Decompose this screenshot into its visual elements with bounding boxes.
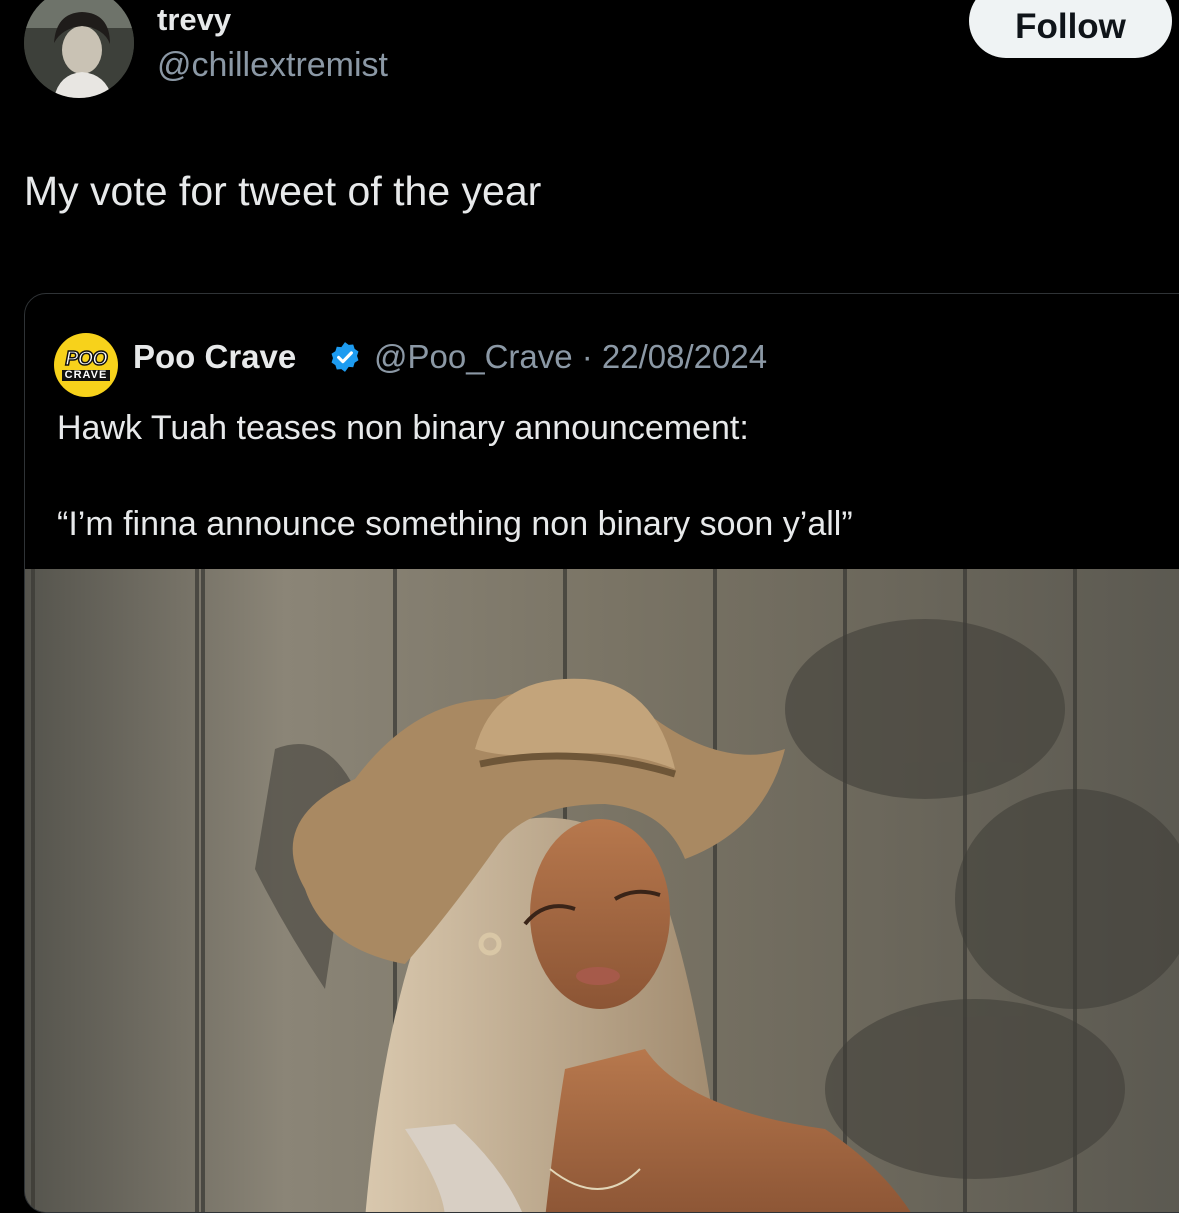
follow-button[interactable]: Follow bbox=[969, 0, 1172, 58]
logo-line-2: CRAVE bbox=[61, 370, 111, 381]
author-avatar[interactable] bbox=[24, 0, 134, 98]
author-handle[interactable]: @chillextremist bbox=[157, 46, 388, 85]
quoted-tweet-line-1: Hawk Tuah teases non binary announcement… bbox=[57, 409, 749, 447]
quoted-tweet-photo[interactable] bbox=[25, 569, 1179, 1212]
author-display-name[interactable]: trevy bbox=[157, 2, 231, 38]
tweet-text: My vote for tweet of the year bbox=[24, 168, 542, 214]
avatar-photo-icon bbox=[24, 0, 134, 98]
photo-woman-cowboy-hat-icon bbox=[25, 569, 1179, 1212]
verified-badge-icon bbox=[331, 342, 359, 372]
quoted-tweet-card[interactable]: POO CRAVE Poo Crave @Poo_Crave · 22/08/2… bbox=[24, 293, 1179, 1213]
logo-line-1: POO bbox=[65, 348, 109, 370]
quoted-author-avatar[interactable]: POO CRAVE bbox=[54, 333, 118, 397]
quoted-tweet-line-2: “I’m finna announce something non binary… bbox=[57, 505, 853, 543]
quoted-handle-date[interactable]: @Poo_Crave · 22/08/2024 bbox=[374, 338, 767, 376]
quoted-author-name[interactable]: Poo Crave bbox=[133, 338, 296, 376]
quoted-tweet-body: Hawk Tuah teases non binary announcement… bbox=[57, 404, 853, 548]
